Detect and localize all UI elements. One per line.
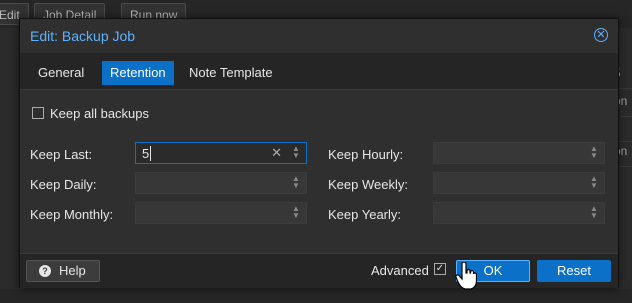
keep-hourly-label: Keep Hourly: [328,147,404,162]
keep-daily-label: Keep Daily: [30,177,97,192]
retention-panel: Keep all backups Keep Last: 5 ✕ ▲ ▼ Keep … [20,90,618,253]
keep-monthly-input[interactable]: ▲ ▼ [135,202,307,224]
advanced-label: Advanced [371,263,429,278]
tab-general[interactable]: General [30,61,92,85]
background-statusbar [0,289,632,303]
keep-last-input[interactable]: 5 ✕ ▲ ▼ [135,142,307,164]
close-icon[interactable]: ✕ [594,28,608,42]
keep-all-backups-checkbox[interactable] [32,107,44,119]
question-icon: ? [39,265,51,277]
tab-note-template[interactable]: Note Template [181,61,281,85]
keep-last-value: 5 [142,146,150,161]
keep-weekly-input[interactable]: ▲ ▼ [433,172,605,194]
spinner-arrows-icon[interactable]: ▲ ▼ [589,145,599,161]
text-caret [150,146,151,161]
hand-cursor-icon [455,262,477,290]
dialog-titlebar: Edit: Backup Job ✕ [20,19,618,53]
spinner-arrows-icon[interactable]: ▲ ▼ [589,175,599,191]
dialog-footer: ? Help Advanced ✓ OK Reset [20,253,618,288]
keep-daily-input[interactable]: ▲ ▼ [135,172,307,194]
keep-all-backups-label: Keep all backups [50,106,150,121]
keep-yearly-input[interactable]: ▲ ▼ [433,202,605,224]
keep-weekly-label: Keep Weekly: [328,177,408,192]
dialog-title: Edit: Backup Job [30,28,136,44]
help-label: Help [59,263,86,278]
edit-backup-job-dialog: Edit: Backup Job ✕ General Retention Not… [19,18,619,288]
spinner-arrows-icon[interactable]: ▲ ▼ [589,205,599,221]
tab-bar: General Retention Note Template [20,53,618,90]
clear-icon[interactable]: ✕ [271,145,282,161]
help-button[interactable]: ? Help [26,260,100,282]
spinner-arrows-icon[interactable]: ▲ ▼ [291,145,301,161]
keep-hourly-input[interactable]: ▲ ▼ [433,142,605,164]
keep-last-label: Keep Last: [30,147,93,162]
spinner-arrows-icon[interactable]: ▲ ▼ [291,205,301,221]
spinner-arrows-icon[interactable]: ▲ ▼ [291,175,301,191]
keep-monthly-label: Keep Monthly: [30,207,114,222]
keep-yearly-label: Keep Yearly: [328,207,402,222]
advanced-checkbox[interactable]: ✓ [434,263,446,275]
tab-retention[interactable]: Retention [102,61,174,85]
reset-button[interactable]: Reset [537,260,611,282]
